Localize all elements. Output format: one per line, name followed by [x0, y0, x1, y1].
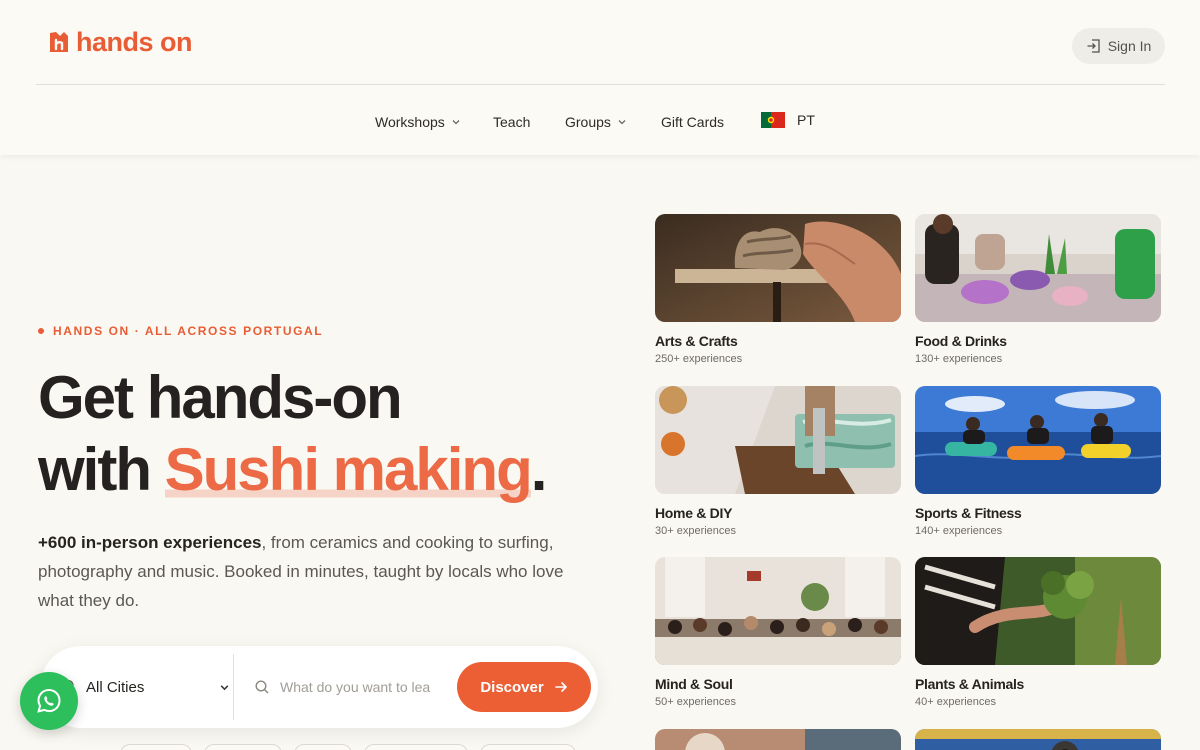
chevron-down-icon	[452, 120, 460, 125]
nav-workshops-label: Workshops	[375, 114, 445, 130]
portugal-flag-icon	[761, 112, 785, 128]
city-select[interactable]: All Cities	[56, 646, 234, 728]
filter-chip[interactable]	[294, 744, 352, 750]
hero-title-accent: Sushi making	[164, 436, 533, 503]
hero-description: +600 in-person experiences, from ceramic…	[38, 528, 598, 615]
category-count: 140+ experiences	[915, 525, 1003, 537]
category-card-food-drinks[interactable]: Food & Drinks 130+ experiences	[915, 214, 1161, 365]
filter-chip[interactable]	[120, 744, 192, 750]
hero-description-highlight: +600 in-person experiences	[38, 533, 262, 552]
search-divider	[233, 654, 234, 720]
category-image-partial	[915, 729, 1161, 750]
sign-in-button[interactable]: Sign In	[1072, 28, 1165, 64]
category-card-partial[interactable]	[915, 729, 1161, 750]
nav-teach[interactable]: Teach	[493, 114, 530, 130]
category-title: Arts & Crafts	[655, 333, 738, 349]
search-input[interactable]	[280, 679, 430, 695]
category-count: 130+ experiences	[915, 353, 1003, 365]
filter-chip[interactable]	[364, 744, 468, 750]
discover-button[interactable]: Discover	[457, 662, 591, 712]
main-nav: Workshops Teach Groups Gift Cards PT	[0, 108, 1200, 136]
category-title: Sports & Fitness	[915, 505, 1022, 521]
header-divider	[36, 84, 1165, 85]
nav-workshops[interactable]: Workshops	[375, 114, 461, 130]
login-icon	[1087, 39, 1100, 53]
category-card-partial[interactable]	[655, 729, 901, 750]
hero-title-with: with	[38, 436, 165, 503]
chevron-down-icon	[220, 684, 229, 690]
nav-teach-label: Teach	[493, 114, 531, 130]
eyebrow-dot	[38, 328, 44, 334]
home-diy-image	[655, 386, 901, 494]
arts-crafts-image	[655, 214, 901, 322]
hero-title-line1: Get hands-on	[38, 364, 403, 431]
sign-in-label: Sign In	[1107, 38, 1152, 54]
nav-groups-label: Groups	[565, 114, 611, 130]
category-count: 50+ experiences	[655, 696, 737, 708]
discover-label: Discover	[480, 678, 544, 696]
plants-animals-image	[915, 557, 1161, 665]
category-title: Plants & Animals	[915, 676, 1025, 692]
hero-title: Get hands-on with Sushi making.	[38, 362, 618, 506]
search-field	[254, 672, 454, 702]
nav-gift-cards-label: Gift Cards	[661, 114, 725, 130]
whatsapp-icon	[37, 688, 61, 713]
sports-fitness-image	[915, 386, 1161, 494]
language-label: PT	[797, 112, 815, 128]
category-card-sports-fitness[interactable]: Sports & Fitness 140+ experiences	[915, 386, 1161, 537]
city-select-value: All Cities	[86, 678, 145, 696]
logo[interactable]: hands on	[48, 26, 193, 58]
nav-groups[interactable]: Groups	[565, 114, 627, 130]
category-count: 250+ experiences	[655, 353, 743, 365]
mind-soul-image	[655, 557, 901, 665]
category-title: Mind & Soul	[655, 676, 733, 692]
food-drinks-image	[915, 214, 1161, 322]
nav-gift-cards[interactable]: Gift Cards	[661, 114, 724, 130]
hero-title-period: .	[530, 436, 548, 503]
category-title: Food & Drinks	[915, 333, 1007, 349]
filter-chip[interactable]	[480, 744, 576, 750]
logo-text: hands on	[76, 26, 193, 57]
site-header: hands on Sign In Workshops Teach Groups …	[0, 0, 1200, 155]
hero-eyebrow: HANDS ON · ALL ACROSS PORTUGAL	[38, 324, 323, 338]
category-count: 30+ experiences	[655, 525, 737, 537]
category-title: Home & DIY	[655, 505, 733, 521]
category-card-plants-animals[interactable]: Plants & Animals 40+ experiences	[915, 557, 1161, 708]
chevron-down-icon	[618, 120, 626, 125]
filter-chip[interactable]	[204, 744, 282, 750]
language-switcher[interactable]: PT	[761, 112, 815, 128]
arrow-right-icon	[554, 682, 567, 692]
whatsapp-chat-button[interactable]	[20, 672, 78, 730]
category-card-home-diy[interactable]: Home & DIY 30+ experiences	[655, 386, 901, 537]
search-icon	[255, 680, 269, 694]
category-count: 40+ experiences	[915, 696, 997, 708]
category-image-partial	[655, 729, 901, 750]
category-card-mind-soul[interactable]: Mind & Soul 50+ experiences	[655, 557, 901, 708]
logo-icon	[50, 32, 68, 52]
search-bar: All Cities Discover	[40, 646, 598, 728]
hero-eyebrow-text: HANDS ON · ALL ACROSS PORTUGAL	[53, 324, 324, 338]
category-card-arts-crafts[interactable]: Arts & Crafts 250+ experiences	[655, 214, 901, 365]
